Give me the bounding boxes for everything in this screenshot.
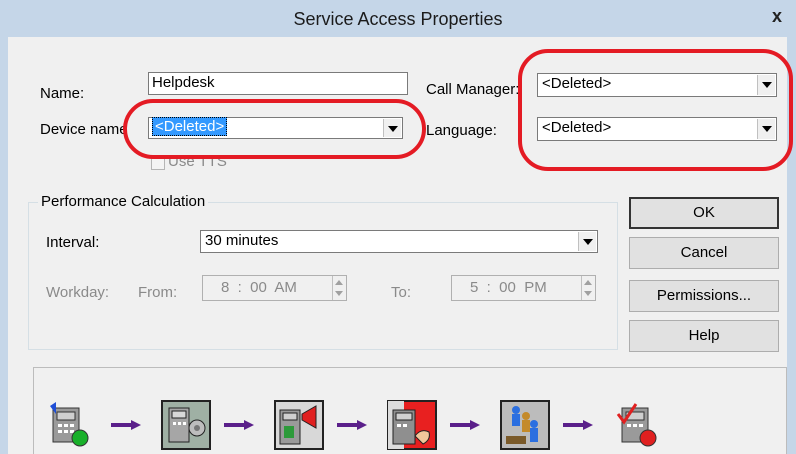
phone-checkmark-icon[interactable]	[614, 400, 664, 450]
window-title: Service Access Properties	[293, 9, 503, 29]
chevron-down-icon[interactable]	[578, 232, 596, 251]
call-flow-strip	[33, 367, 787, 454]
flow-arrow-icon	[563, 420, 593, 430]
window-frame-left	[0, 37, 8, 454]
call-manager-label: Call Manager:	[426, 81, 520, 98]
flow-arrow-icon	[224, 420, 254, 430]
flow-arrow-icon	[337, 420, 367, 430]
permissions-button[interactable]: Permissions...	[629, 280, 779, 312]
phone-ringing-icon[interactable]	[48, 400, 98, 450]
chevron-up-icon[interactable]	[335, 280, 343, 285]
chevron-up-icon[interactable]	[584, 280, 592, 285]
phone-hand-icon[interactable]	[387, 400, 437, 450]
language-label: Language:	[426, 122, 497, 139]
dialog-client: Name: Helpdesk Device name <Deleted> Use…	[8, 37, 793, 454]
phone-speaker-icon[interactable]	[161, 400, 211, 450]
name-field[interactable]: Helpdesk	[148, 72, 408, 95]
agents-queue-icon[interactable]	[500, 400, 550, 450]
interval-select[interactable]: 30 minutes	[200, 230, 598, 253]
spin-buttons[interactable]	[581, 276, 595, 300]
spin-buttons[interactable]	[332, 276, 346, 300]
flow-arrow-icon	[450, 420, 480, 430]
from-time-stepper[interactable]: 8 : 00 AM	[202, 275, 347, 301]
title-bar[interactable]: Service Access Properties x	[0, 0, 796, 38]
from-label: From:	[138, 284, 178, 301]
to-label: To:	[391, 284, 412, 301]
performance-group-title: Performance Calculation	[38, 193, 209, 210]
flow-arrow-icon	[111, 420, 141, 430]
name-label: Name:	[40, 85, 85, 102]
help-button[interactable]: Help	[629, 320, 779, 352]
workday-label: Workday:	[46, 284, 110, 301]
to-time-stepper[interactable]: 5 : 00 PM	[451, 275, 596, 301]
ok-button[interactable]: OK	[629, 197, 779, 229]
chevron-down-icon[interactable]	[335, 291, 343, 296]
interval-value: 30 minutes	[205, 232, 279, 249]
interval-label: Interval:	[46, 234, 100, 251]
phone-megaphone-icon[interactable]	[274, 400, 324, 450]
red-highlight-device-name	[123, 99, 426, 159]
to-time-value: 5 : 00 PM	[470, 279, 547, 296]
from-time-value: 8 : 00 AM	[221, 279, 297, 296]
close-icon[interactable]: x	[764, 4, 790, 28]
cancel-button[interactable]: Cancel	[629, 237, 779, 269]
red-highlight-call-manager-language	[518, 49, 793, 171]
chevron-down-icon[interactable]	[584, 291, 592, 296]
